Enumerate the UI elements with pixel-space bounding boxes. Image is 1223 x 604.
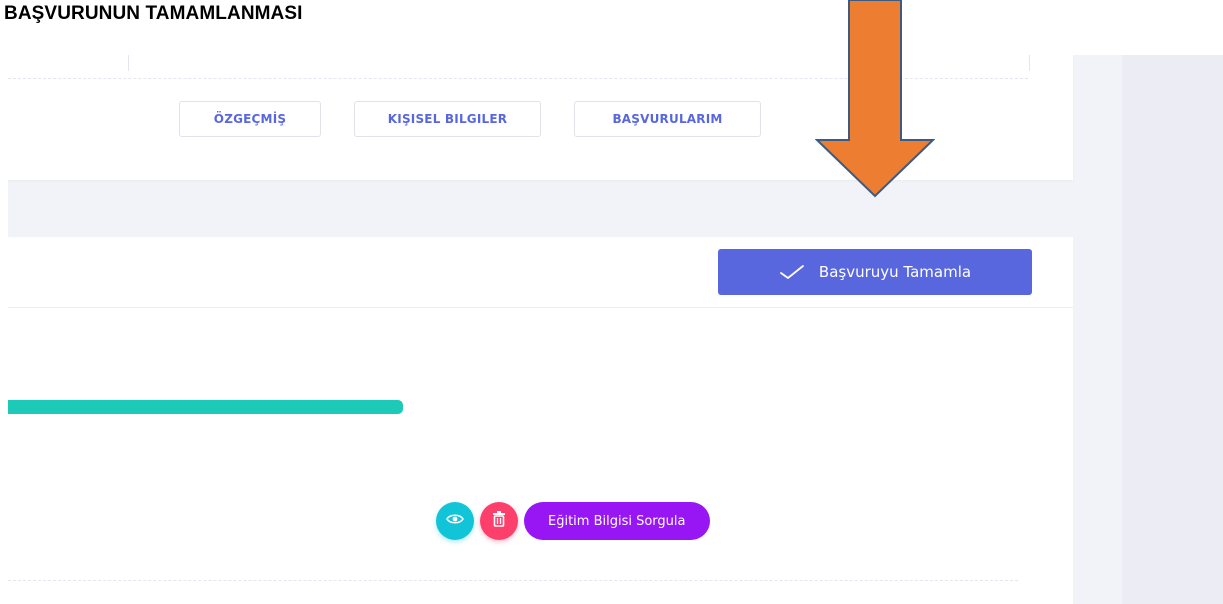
application-card: Başvuruyu Tamamla Eğitim Bilgisi Sorgula [8,237,1073,604]
complete-application-label: Başvuruyu Tamamla [818,263,972,281]
tab-label: ÖZGEÇMİŞ [213,112,287,126]
document-title: BAŞVURUNUN TAMAMLANMASI [4,3,303,24]
eye-icon [446,512,464,530]
trash-icon [492,510,506,532]
check-icon [779,264,805,280]
divider [128,55,129,71]
tab-kisisel-bilgiler[interactable]: KIŞISEL BILGILER [354,101,541,137]
tab-label: BAŞVURULARIM [612,112,723,126]
query-education-label: Eğitim Bilgisi Sorgula [548,513,686,529]
screenshot-area: ÖZGEÇMİŞ KIŞISEL BILGILER BAŞVURULARIM B… [8,55,1223,604]
tab-ozgecmis[interactable]: ÖZGEÇMİŞ [179,101,321,137]
arrow-down-icon [815,0,935,198]
progress-bar [8,400,403,414]
view-button[interactable] [436,502,474,540]
query-education-button[interactable]: Eğitim Bilgisi Sorgula [524,502,710,540]
divider [1029,55,1030,71]
tab-basvurularim[interactable]: BAŞVURULARIM [574,101,761,137]
complete-application-button[interactable]: Başvuruyu Tamamla [718,249,1032,295]
delete-button[interactable] [480,502,518,540]
right-side-panel [1122,55,1223,604]
dashed-separator [8,580,1018,581]
tab-label: KIŞISEL BILGILER [387,112,508,126]
row-actions: Eğitim Bilgisi Sorgula [436,502,710,540]
